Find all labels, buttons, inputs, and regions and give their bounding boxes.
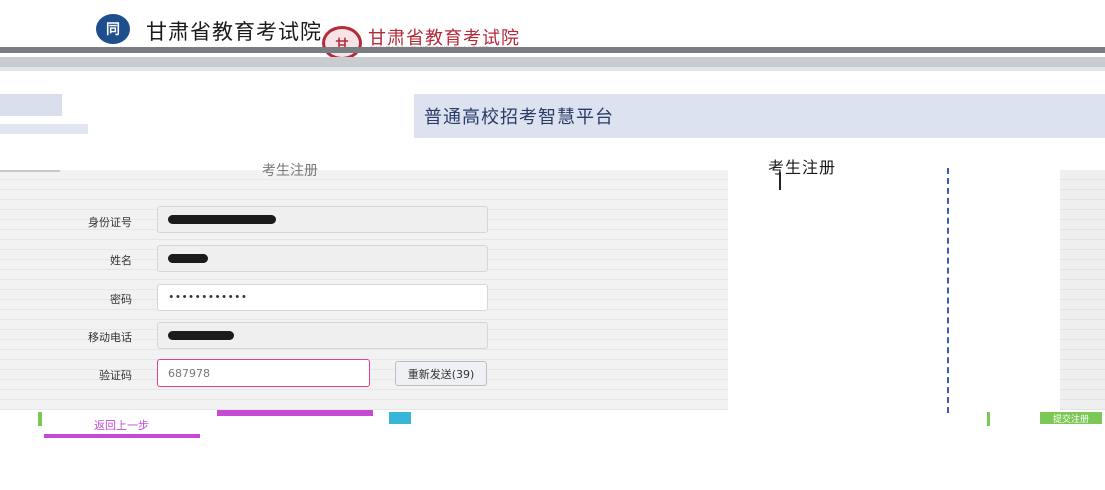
- form-header-caption: 考生注册: [262, 163, 318, 179]
- platform-title: 普通高校招考智慧平台: [424, 107, 614, 128]
- captcha-label: 验证码: [99, 369, 132, 382]
- name-input[interactable]: [157, 245, 488, 272]
- password-value: ••••••••••••: [168, 291, 248, 304]
- header-divider: [0, 47, 1105, 53]
- captcha-input[interactable]: 687978: [157, 359, 370, 387]
- form-top-rule: [0, 170, 60, 172]
- phone-label: 移动电话: [88, 331, 132, 344]
- password-input[interactable]: ••••••••••••: [157, 284, 488, 311]
- submit-button[interactable]: [217, 410, 373, 416]
- phone-input[interactable]: [157, 322, 488, 349]
- right-panel-lines: [1060, 170, 1105, 410]
- seal-logo: 甘: [322, 26, 362, 60]
- nav-band-left: [0, 94, 62, 116]
- captcha-value: 687978: [168, 366, 210, 380]
- resend-code-button[interactable]: 重新发送(39): [395, 361, 487, 386]
- column-divider: [947, 168, 949, 413]
- site-title: 甘肃省教育考试院: [146, 20, 322, 44]
- name-label: 姓名: [110, 254, 132, 267]
- logo-icon: 同: [96, 14, 130, 44]
- footer-accent-right: [987, 412, 990, 426]
- redacted-name: [168, 254, 208, 263]
- id-number-label: 身份证号: [88, 216, 132, 229]
- header-divider-shadow: [0, 57, 1105, 67]
- submit-registration-button[interactable]: 提交注册: [1040, 412, 1102, 425]
- back-button[interactable]: 返回上一步: [44, 416, 200, 438]
- nav-band-left-lower: [0, 124, 90, 134]
- redacted-id-number: [168, 215, 276, 224]
- form-header-panel: [88, 92, 414, 170]
- redacted-phone: [168, 331, 234, 340]
- header-divider-light: [0, 67, 1105, 71]
- password-label: 密码: [110, 293, 132, 306]
- id-number-input[interactable]: [157, 206, 488, 233]
- text-cursor: [779, 172, 781, 190]
- cyan-button[interactable]: [389, 412, 411, 424]
- footer-accent-left: [38, 412, 42, 426]
